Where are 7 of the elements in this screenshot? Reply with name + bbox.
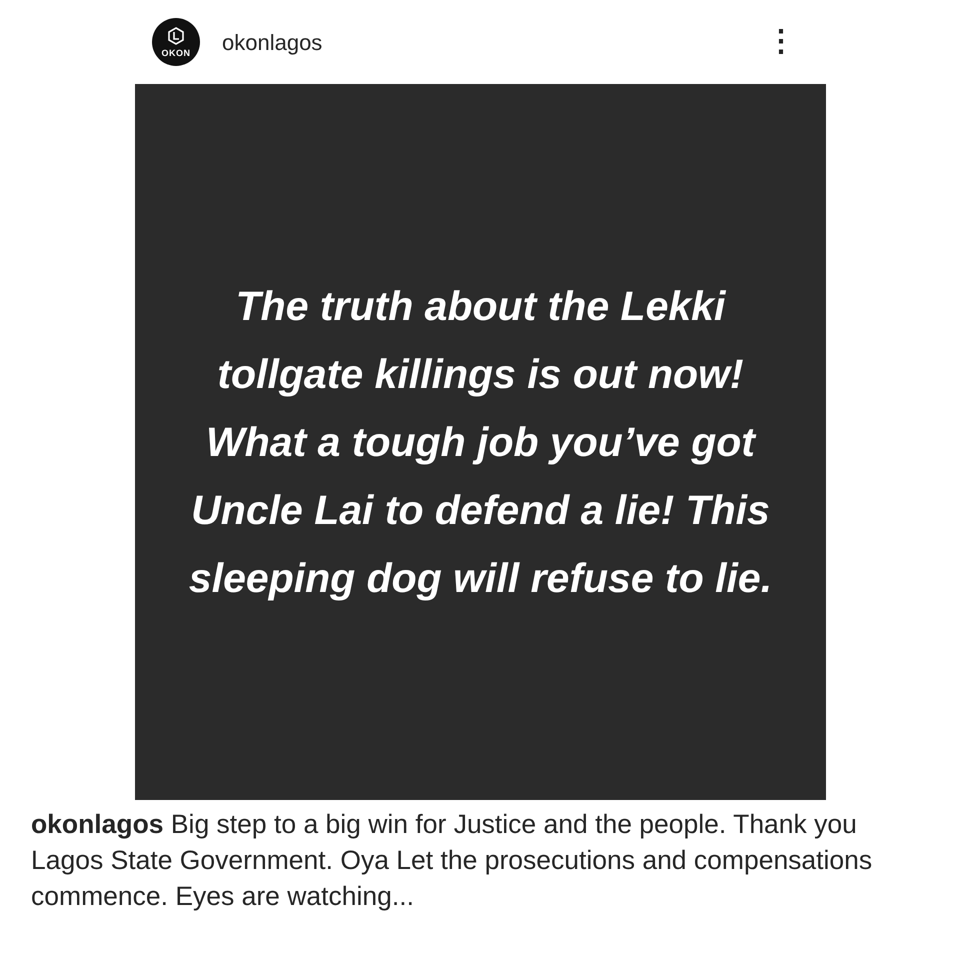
avatar-text: OKON — [162, 48, 190, 58]
more-options-button[interactable]: ⋮ — [762, 27, 800, 57]
post-image-text: The truth about the Lekki tollgate killings is out now! What a tough job you’ve got Uncle Lai to defend a lie! This sleeping dog will refuse to lie. — [188, 282, 774, 603]
avatar[interactable]: OKON — [152, 18, 200, 66]
caption: okonlagos Big step to a big win for Justice and the people. Thank you Lagos State Government. Oya Let the prosecutions and compensations commence. Eyes are watching... — [31, 808, 874, 913]
username[interactable]: okonlagos — [222, 26, 322, 58]
logo-icon — [168, 26, 184, 44]
